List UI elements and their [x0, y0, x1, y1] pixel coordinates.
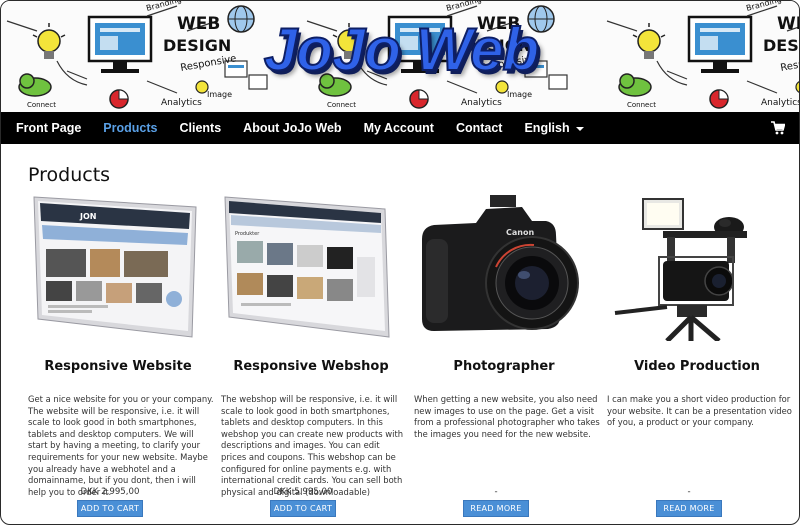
nav-item-products[interactable]: Products — [92, 112, 168, 144]
nav-item-language[interactable]: English — [513, 112, 594, 144]
nav-item-front-page[interactable]: Front Page — [1, 112, 92, 144]
browser-frame: WEB DESIGN Responsive Analytics Connect … — [0, 0, 800, 525]
product-price: DKK 5.995,00 — [273, 487, 333, 497]
product-description: I can make you a short video production … — [607, 394, 792, 428]
product-description: Get a nice website for you or your compa… — [28, 394, 214, 497]
product-description: When getting a new website, you also nee… — [414, 394, 600, 439]
cart-icon[interactable] — [771, 121, 785, 135]
product-price: DKK 2.995,00 — [80, 487, 140, 497]
product-price: - — [494, 487, 498, 497]
svg-text:JON: JON — [79, 212, 96, 221]
read-more-button[interactable]: READ MORE — [463, 500, 529, 517]
add-to-cart-button[interactable]: ADD TO CART — [270, 500, 336, 517]
product-name[interactable]: Photographer — [414, 359, 594, 374]
product-name[interactable]: Responsive Website — [28, 359, 208, 374]
product-name[interactable]: Responsive Webshop — [221, 359, 401, 374]
product-image-webshop-screen[interactable]: Produkter — [221, 191, 401, 341]
nav-item-clients[interactable]: Clients — [168, 112, 232, 144]
chevron-down-icon — [575, 126, 584, 131]
svg-text:Produkter: Produkter — [235, 231, 260, 237]
product-image-video-rig[interactable] — [607, 191, 787, 341]
nav-item-about[interactable]: About JoJo Web — [232, 112, 352, 144]
language-label: English — [524, 121, 570, 135]
site-logo[interactable]: JoJo Web — [1, 15, 799, 84]
product-name[interactable]: Video Production — [607, 359, 787, 374]
nav-item-contact[interactable]: Contact — [445, 112, 514, 144]
main-navigation: Front Page Products Clients About JoJo W… — [1, 112, 799, 144]
nav-item-my-account[interactable]: My Account — [353, 112, 445, 144]
read-more-button[interactable]: READ MORE — [656, 500, 722, 517]
product-description: The webshop will be responsive, i.e. it … — [221, 394, 404, 497]
camera-brand-text: Canon — [506, 228, 534, 237]
product-image-camera[interactable]: Canon — [414, 191, 594, 341]
product-price: - — [687, 487, 691, 497]
product-image-website-screen[interactable]: JON — [28, 191, 208, 341]
add-to-cart-button[interactable]: ADD TO CART — [77, 500, 143, 517]
page-title: Products — [28, 164, 111, 186]
header-banner[interactable]: WEB DESIGN Responsive Analytics Connect … — [1, 1, 799, 112]
